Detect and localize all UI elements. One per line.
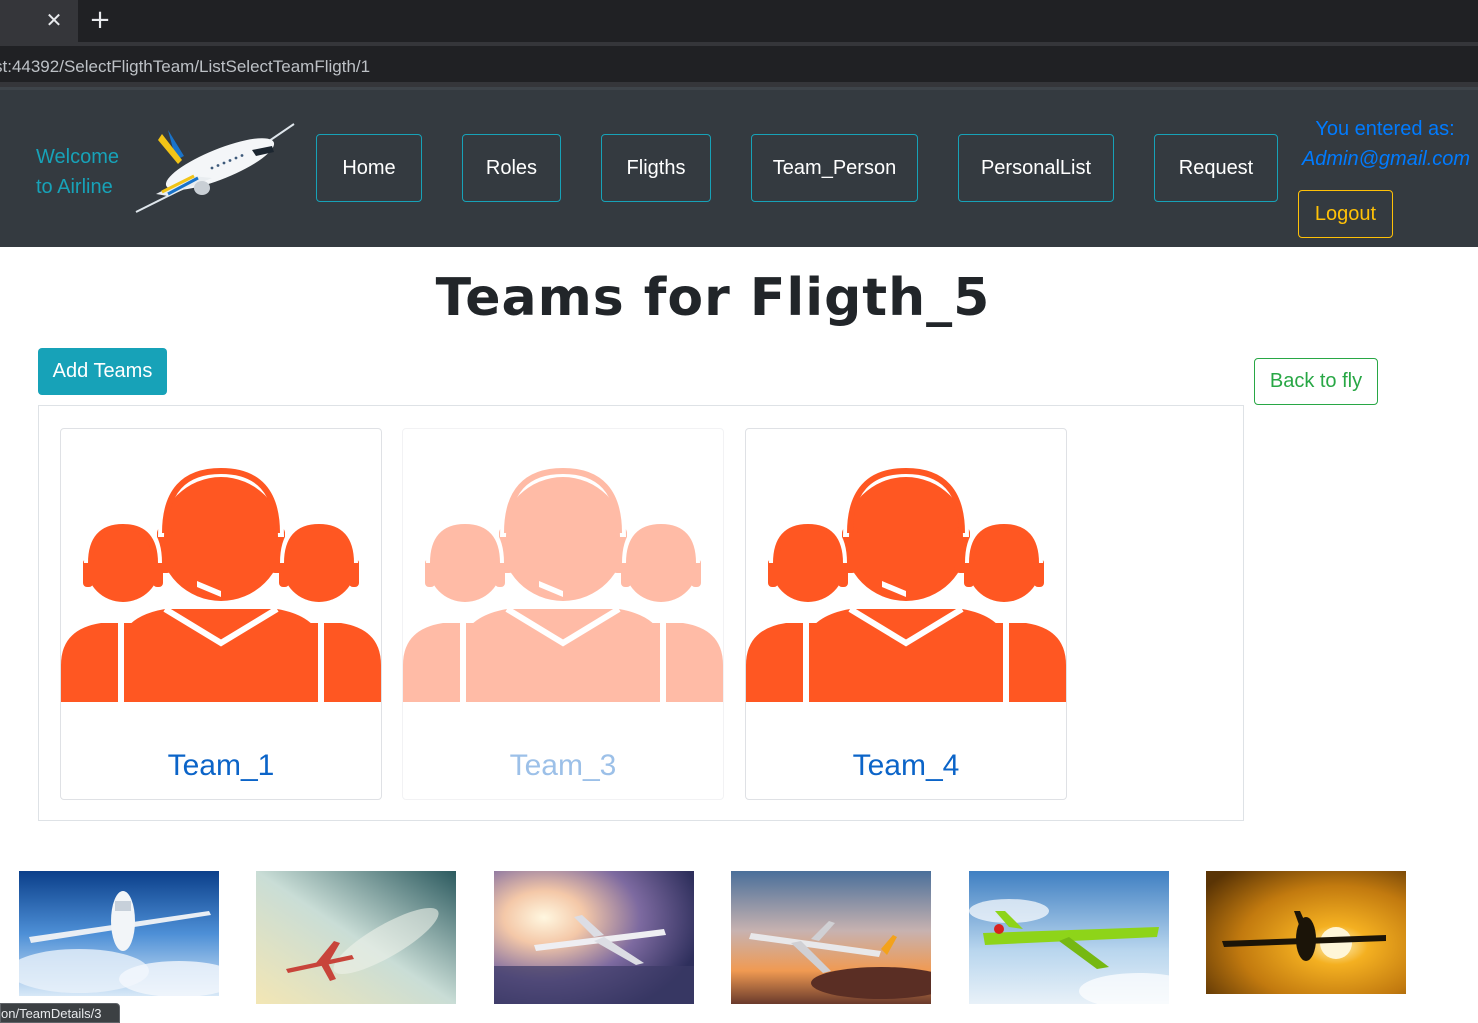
welcome-line-1: Welcome <box>36 146 119 168</box>
address-bar: st:44392/SelectFligthTeam/ListSelectTeam… <box>0 42 1478 87</box>
browser-tab-bar: ✕ + <box>0 0 1478 42</box>
support-team-icon <box>61 467 381 702</box>
user-label: You entered as: <box>1315 118 1455 140</box>
team-link[interactable]: Team_4 <box>746 749 1066 783</box>
airplane-photo <box>256 871 456 1004</box>
nav-team-person-button[interactable]: Team_Person <box>751 134 918 202</box>
nav-home-button[interactable]: Home <box>316 134 422 202</box>
teams-panel: Team_1 Team_3 Team_4 <box>38 405 1244 821</box>
brand-text[interactable]: Welcome to Airline <box>36 142 119 202</box>
support-team-icon <box>403 467 723 702</box>
team-link[interactable]: Team_1 <box>61 749 381 783</box>
nav-roles-button[interactable]: Roles <box>462 134 561 202</box>
add-teams-button[interactable]: Add Teams <box>38 348 167 395</box>
team-card[interactable]: Team_3 <box>402 428 724 800</box>
site-header: Welcome to Airline Home Roles Fligths Te… <box>0 87 1478 247</box>
url-field[interactable]: st:44392/SelectFligthTeam/ListSelectTeam… <box>0 46 1478 82</box>
airplane-photo <box>1206 871 1406 994</box>
airplane-photo <box>969 871 1169 1004</box>
support-team-icon <box>746 467 1066 702</box>
airplane-photo <box>731 871 931 1004</box>
team-link[interactable]: Team_3 <box>403 749 723 783</box>
nav-personal-list-button[interactable]: PersonalList <box>958 134 1114 202</box>
browser-tab[interactable]: ✕ <box>0 0 78 42</box>
page-title: Teams for Fligth_5 <box>435 268 991 328</box>
welcome-line-2: to Airline <box>36 176 113 198</box>
airplane-photo <box>19 871 219 996</box>
nav-request-button[interactable]: Request <box>1154 134 1278 202</box>
url-text: st:44392/SelectFligthTeam/ListSelectTeam… <box>0 57 371 76</box>
new-tab-icon[interactable]: + <box>88 6 112 34</box>
back-to-fly-button[interactable]: Back to fly <box>1254 358 1378 405</box>
team-card[interactable]: Team_1 <box>60 428 382 800</box>
nav-flights-button[interactable]: Fligths <box>601 134 711 202</box>
logout-button[interactable]: Logout <box>1298 190 1393 238</box>
airplane-logo-icon[interactable] <box>132 120 298 216</box>
status-link-preview: on/TeamDetails/3 <box>0 1003 120 1023</box>
team-card[interactable]: Team_4 <box>745 428 1067 800</box>
airplane-photo <box>494 871 694 1004</box>
close-tab-icon[interactable]: ✕ <box>44 8 64 32</box>
user-email: Admin@gmail.com <box>1301 148 1471 170</box>
